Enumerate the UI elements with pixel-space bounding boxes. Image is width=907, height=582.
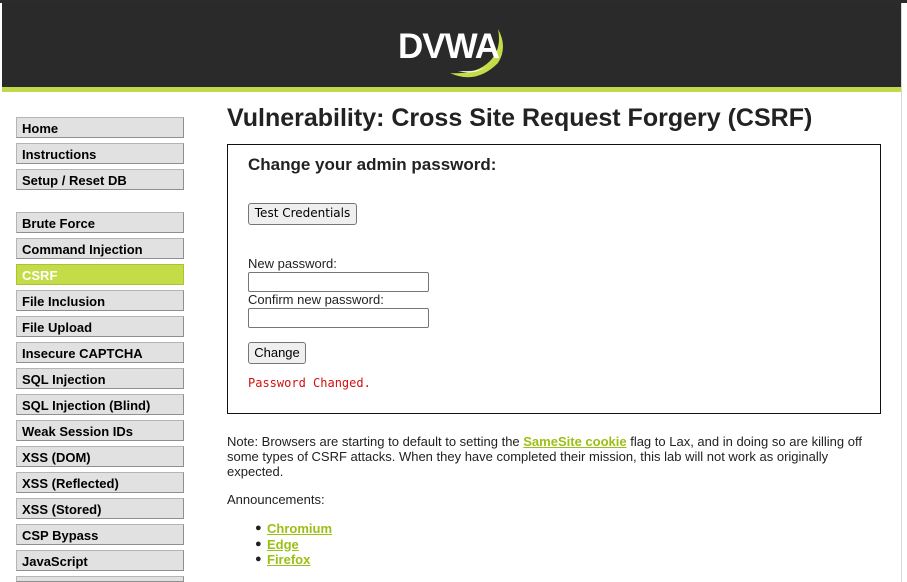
menu-item-home[interactable]: Home — [16, 117, 184, 138]
header-bar: DVWA — [2, 3, 901, 87]
announcements-title: Announcements: — [227, 492, 325, 507]
menu-item-weak-session-ids[interactable]: Weak Session IDs — [16, 420, 184, 441]
list-item: ● Edge — [255, 537, 332, 553]
form-heading: Change your admin password: — [248, 155, 497, 174]
list-item: ● Firefox — [255, 552, 332, 568]
header-accent-strip — [2, 87, 901, 92]
menu-item-csp-bypass[interactable]: CSP Bypass — [16, 524, 184, 545]
samesite-note: Note: Browsers are starting to default t… — [227, 434, 877, 479]
chromium-link[interactable]: Chromium — [267, 521, 332, 536]
announcements-list: ● Chromium ● Edge ● Firefox — [255, 521, 332, 568]
window-right-edge — [901, 3, 907, 582]
menu-item-sql-injection[interactable]: SQL Injection — [16, 368, 184, 389]
confirm-password-label: Confirm new password: — [248, 292, 384, 307]
samesite-cookie-link[interactable]: SameSite cookie — [523, 434, 626, 449]
confirm-password-input[interactable] — [248, 308, 429, 328]
menu-item-setup-reset-db[interactable]: Setup / Reset DB — [16, 169, 184, 190]
list-item: ● Chromium — [255, 521, 332, 537]
menu-item-brute-force[interactable]: Brute Force — [16, 212, 184, 233]
menu-item-xss-stored[interactable]: XSS (Stored) — [16, 498, 184, 519]
menu-item-csrf[interactable]: CSRF — [16, 264, 184, 285]
new-password-label: New password: — [248, 256, 337, 271]
page-title: Vulnerability: Cross Site Request Forger… — [227, 104, 813, 132]
status-message: Password Changed. — [248, 376, 371, 390]
menu-item-xss-reflected[interactable]: XSS (Reflected) — [16, 472, 184, 493]
bullet-icon: ● — [255, 553, 262, 565]
menu-item-instructions[interactable]: Instructions — [16, 143, 184, 164]
menu-item-cutoff[interactable] — [16, 576, 184, 582]
test-credentials-button[interactable]: Test Credentials — [248, 203, 357, 225]
menu-item-sql-injection-blind[interactable]: SQL Injection (Blind) — [16, 394, 184, 415]
dvwa-logo: DVWA — [398, 13, 508, 81]
menu-item-javascript[interactable]: JavaScript — [16, 550, 184, 571]
menu-item-command-injection[interactable]: Command Injection — [16, 238, 184, 259]
menu-item-file-upload[interactable]: File Upload — [16, 316, 184, 337]
bullet-icon: ● — [255, 522, 262, 534]
change-button[interactable]: Change — [248, 342, 306, 364]
new-password-input[interactable] — [248, 272, 429, 292]
menu-item-xss-dom[interactable]: XSS (DOM) — [16, 446, 184, 467]
edge-link[interactable]: Edge — [267, 537, 299, 552]
firefox-link[interactable]: Firefox — [267, 552, 310, 567]
logo-text: DVWA — [398, 27, 500, 66]
menu-item-insecure-captcha[interactable]: Insecure CAPTCHA — [16, 342, 184, 363]
bullet-icon: ● — [255, 537, 262, 550]
csrf-form-box: Change your admin password: Test Credent… — [227, 144, 881, 414]
menu-item-file-inclusion[interactable]: File Inclusion — [16, 290, 184, 311]
note-prefix: Note: Browsers are starting to default t… — [227, 434, 524, 449]
